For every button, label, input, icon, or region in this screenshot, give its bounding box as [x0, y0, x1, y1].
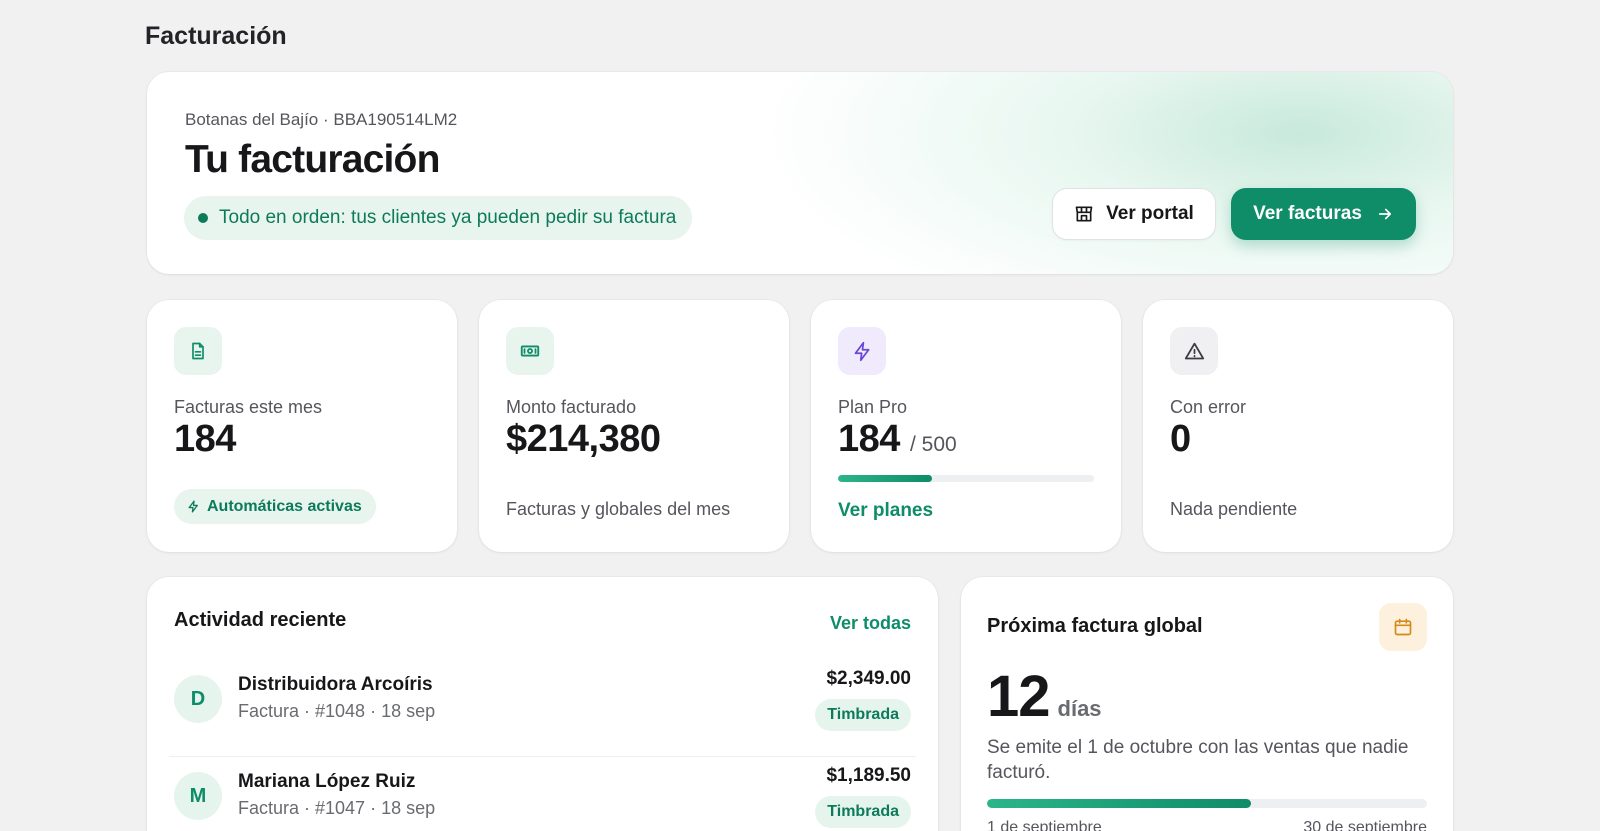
status-badge: Timbrada	[815, 796, 911, 828]
activity-row[interactable]: M Mariana López Ruiz Factura · #1047 · 1…	[169, 756, 916, 831]
view-portal-label: Ver portal	[1106, 203, 1194, 224]
status-badge: Todo en orden: tus clientes ya pueden pe…	[184, 196, 693, 240]
stat-label: Monto facturado	[506, 397, 637, 417]
period-progress-bar	[987, 799, 1427, 808]
stat-value: 184 / 500	[838, 418, 957, 461]
document-icon	[174, 327, 222, 375]
warning-icon	[1170, 327, 1218, 375]
stat-card-plan: Plan Pro 184 / 500 Ver planes	[811, 300, 1121, 552]
calendar-icon	[1379, 603, 1427, 651]
plan-usage-bar	[838, 475, 1094, 482]
invoice-meta: Factura · #1047 · 18 sep	[238, 798, 436, 818]
period-start-label: 1 de septiembre	[987, 819, 1102, 831]
customer-name: Distribuidora Arcoíris	[238, 674, 433, 695]
global-invoice-title: Próxima factura global	[987, 615, 1203, 637]
view-invoices-button[interactable]: Ver facturas	[1231, 188, 1416, 240]
hero-glow	[753, 72, 1453, 274]
plan-usage-fill	[838, 475, 933, 482]
stat-value: 184	[174, 418, 236, 460]
arrow-right-icon	[1378, 208, 1391, 220]
days-unit: días	[1057, 696, 1102, 721]
days-number: 12	[987, 664, 1051, 729]
automatic-badge: Automáticas activas	[174, 489, 376, 524]
status-text: Todo en orden: tus clientes ya pueden pe…	[219, 207, 677, 228]
stat-value: $214,380	[506, 418, 661, 460]
stat-label: Plan Pro	[838, 397, 908, 417]
avatar: D	[174, 675, 222, 723]
plan-used-value: 184	[838, 418, 900, 460]
stat-card-amount: Monto facturado $214,380 Facturas y glob…	[479, 300, 789, 552]
view-plans-link[interactable]: Ver planes	[838, 500, 933, 522]
hero-title: Tu facturación	[185, 138, 440, 181]
global-invoice-description: Se emite el 1 de octubre con las ventas …	[987, 737, 1409, 783]
status-dot-icon	[198, 213, 208, 223]
bolt-icon	[838, 327, 886, 375]
view-all-link[interactable]: Ver todas	[830, 613, 911, 634]
days-remaining: 12 días	[987, 663, 1102, 730]
invoice-amount: $2,349.00	[826, 668, 911, 689]
stat-label: Facturas este mes	[174, 397, 323, 417]
avatar: M	[174, 772, 222, 820]
customer-name: Mariana López Ruiz	[238, 771, 416, 792]
bolt-icon	[188, 500, 198, 513]
status-badge: Timbrada	[815, 699, 911, 731]
view-portal-button[interactable]: Ver portal	[1052, 188, 1216, 240]
plan-limit: / 500	[909, 433, 957, 456]
page-title: Facturación	[145, 22, 287, 50]
period-end-label: 30 de septiembre	[1303, 819, 1427, 831]
invoice-amount: $1,189.50	[826, 765, 911, 786]
period-progress-fill	[987, 799, 1251, 808]
stat-footnote: Nada pendiente	[1170, 499, 1298, 519]
activity-row[interactable]: D Distribuidora Arcoíris Factura · #1048…	[169, 660, 916, 756]
next-global-invoice-card: Próxima factura global 12 días Se emite …	[961, 577, 1453, 831]
business-name: Botanas del Bajío · BBA190514LM2	[185, 110, 458, 129]
invoice-meta: Factura · #1048 · 18 sep	[238, 701, 436, 721]
activity-title: Actividad reciente	[174, 609, 347, 631]
automatic-badge-label: Automáticas activas	[207, 497, 362, 515]
billing-hero-card: Botanas del Bajío · BBA190514LM2 Tu fact…	[147, 72, 1453, 274]
storefront-icon	[1075, 206, 1093, 222]
recent-activity-card: Actividad reciente Ver todas D Distribui…	[147, 577, 938, 831]
stat-label: Con error	[1170, 397, 1247, 417]
view-invoices-label: Ver facturas	[1253, 203, 1362, 224]
stat-card-invoices: Facturas este mes 184 Automáticas activa…	[147, 300, 457, 552]
banknote-icon	[506, 327, 554, 375]
stat-card-errors: Con error 0 Nada pendiente	[1143, 300, 1453, 552]
stat-footnote: Facturas y globales del mes	[506, 499, 731, 519]
stat-value: 0	[1170, 418, 1191, 460]
